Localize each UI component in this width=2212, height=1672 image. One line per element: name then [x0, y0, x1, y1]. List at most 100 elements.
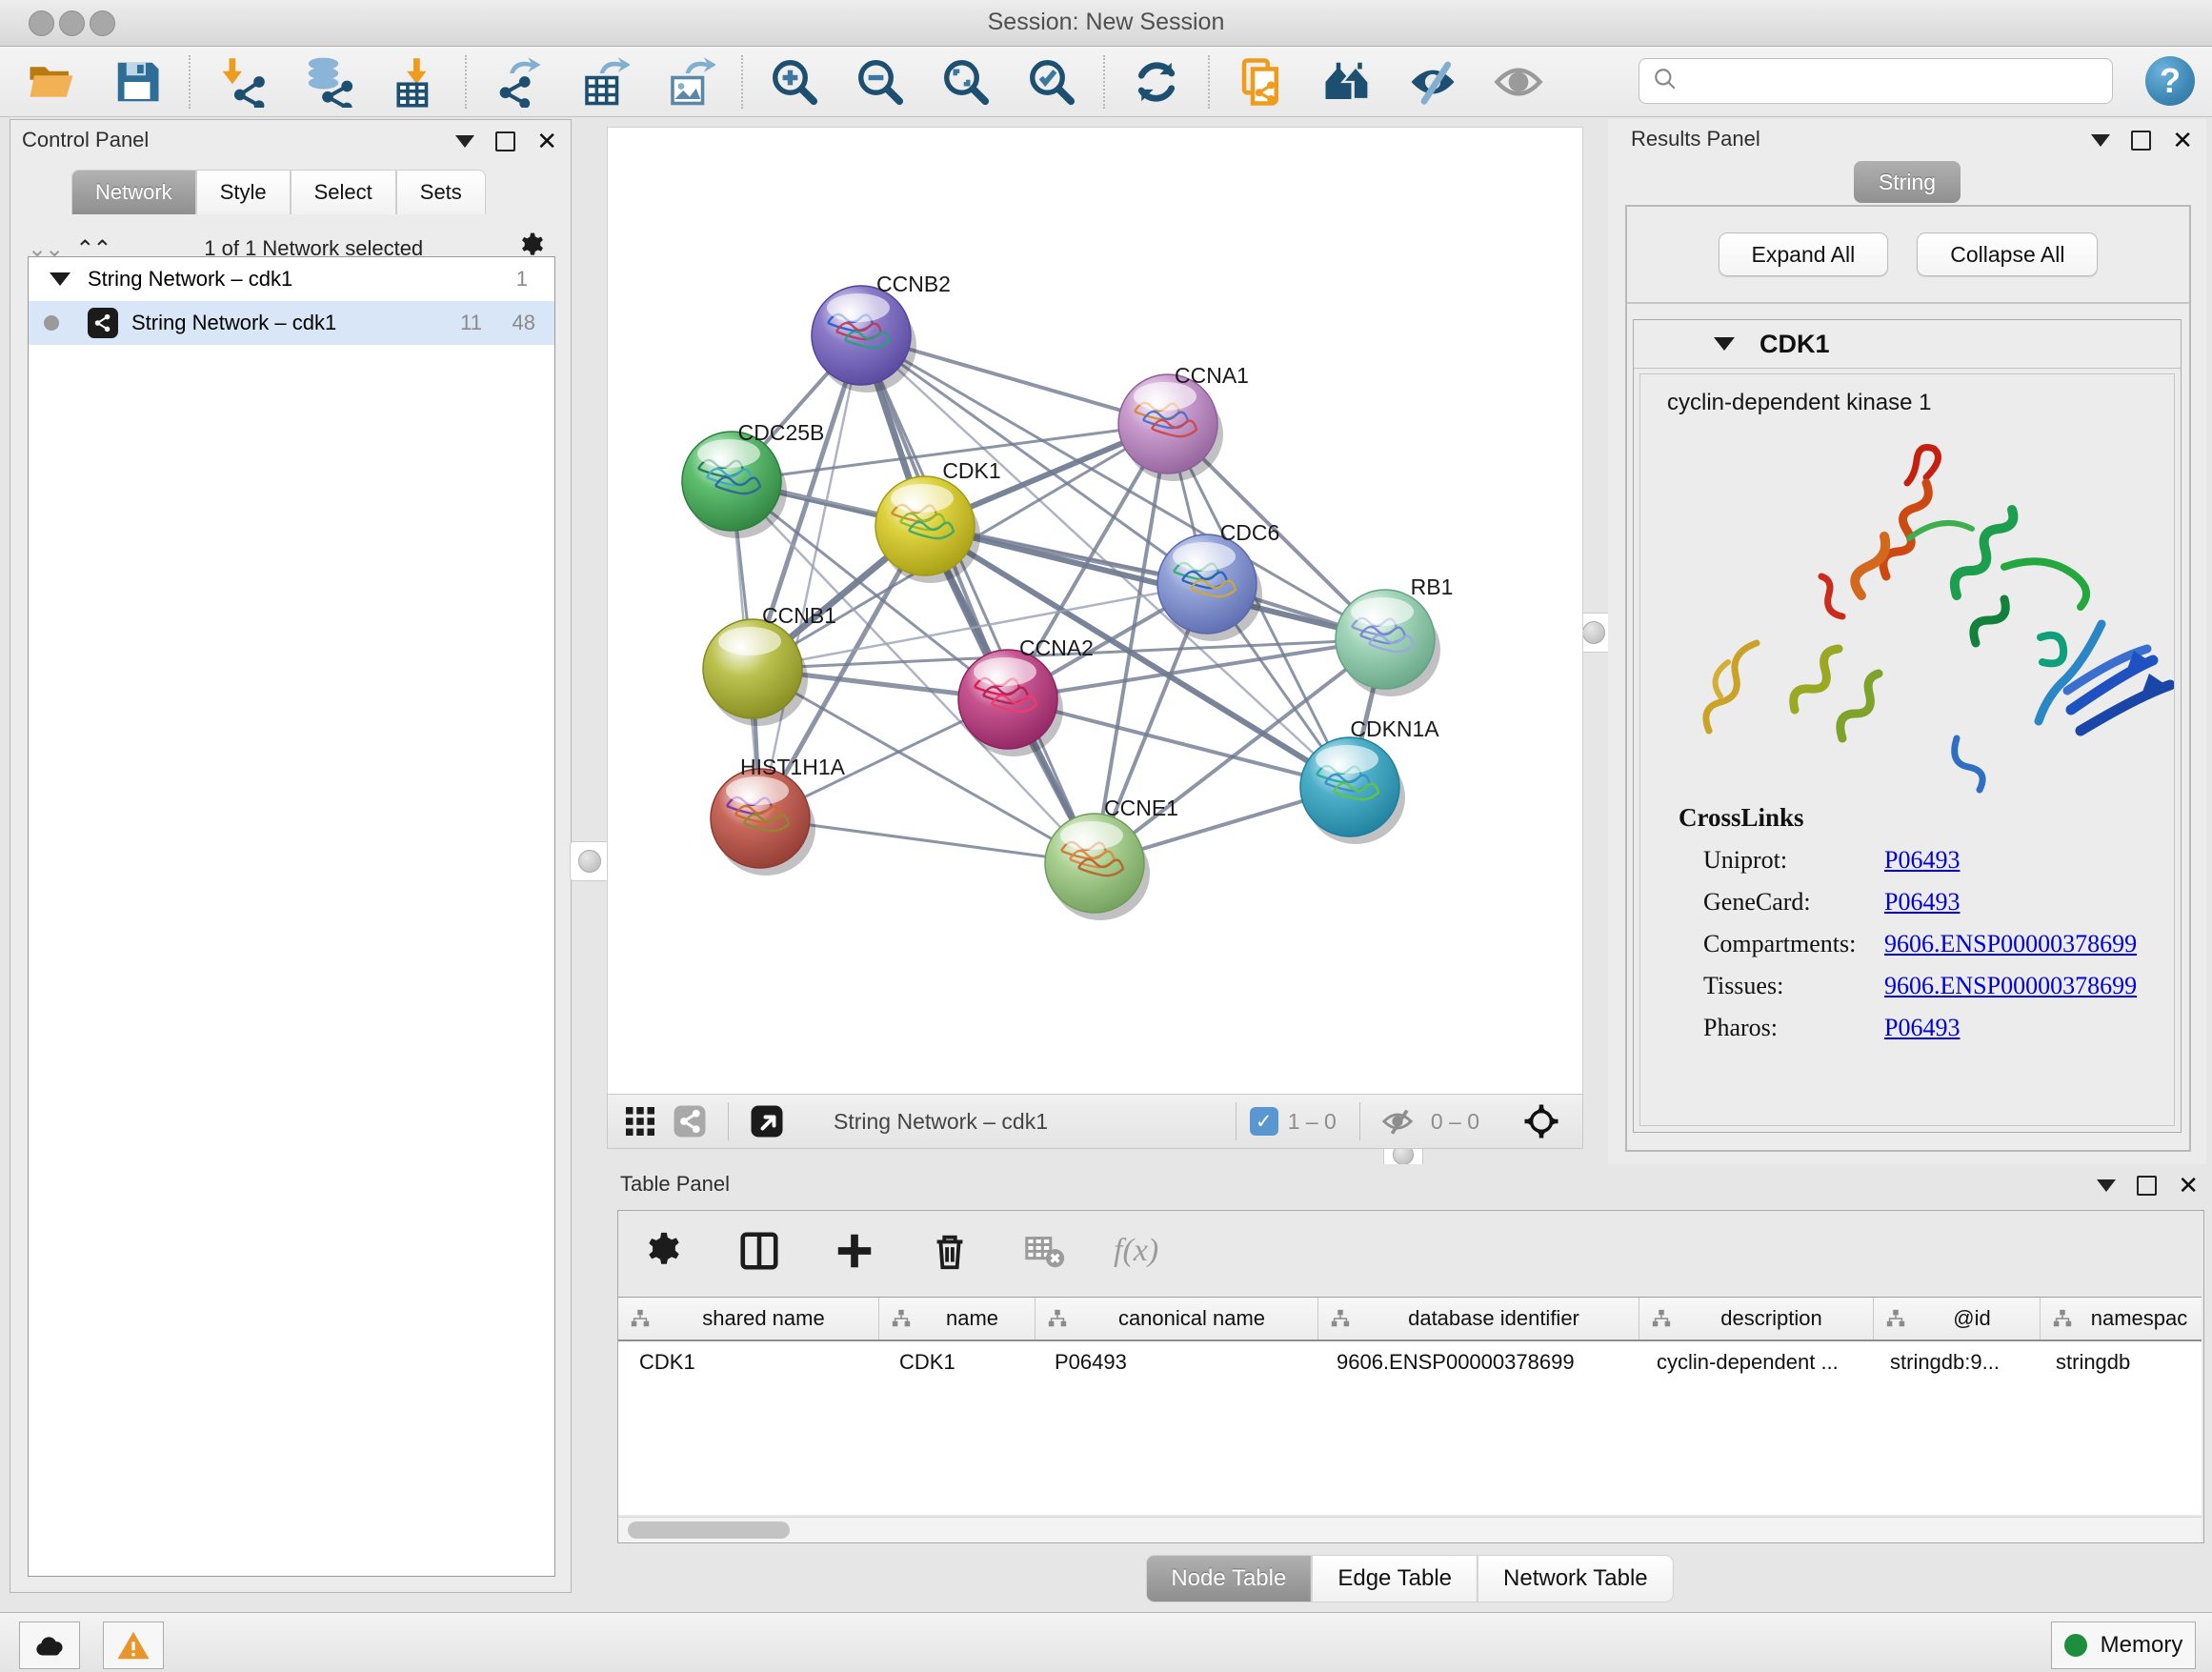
collection-expand-icon[interactable] [50, 272, 70, 286]
table-cell[interactable]: CDK1 [618, 1341, 878, 1383]
column-type-icon [1047, 1308, 1068, 1329]
panel-menu-icon[interactable] [2097, 1179, 2116, 1192]
zoom-in-icon[interactable] [768, 55, 821, 109]
memory-button[interactable]: Memory [2051, 1622, 2196, 1669]
collapse-all-button[interactable]: Collapse All [1917, 232, 2098, 276]
network-node[interactable] [875, 476, 980, 583]
cloud-button[interactable] [19, 1622, 80, 1669]
network-edge[interactable] [861, 335, 1095, 863]
export-network-icon[interactable] [492, 55, 545, 109]
add-column-icon[interactable] [828, 1224, 881, 1278]
export-image-icon[interactable] [663, 55, 716, 109]
table-cell[interactable]: 9606.ENSP00000378699 [1316, 1341, 1636, 1383]
panel-menu-icon[interactable] [455, 135, 474, 148]
panel-close-icon[interactable]: ✕ [2178, 1178, 2199, 1194]
show-columns-icon[interactable] [733, 1224, 786, 1278]
crosslink-link[interactable]: P06493 [1884, 1014, 1960, 1042]
panel-menu-icon[interactable] [2091, 134, 2110, 147]
import-network-database-icon[interactable] [301, 55, 354, 109]
network-row[interactable]: String Network – cdk1 11 48 [29, 301, 554, 345]
show-eye-icon[interactable] [1492, 55, 1545, 109]
window-title: Session: New Session [0, 9, 2212, 36]
zoom-out-icon[interactable] [854, 55, 907, 109]
copy-network-icon[interactable] [1235, 55, 1288, 109]
network-node[interactable] [1118, 374, 1223, 481]
network-canvas[interactable]: CCNB2CCNA1CDC25BCDK1CDC6RB1CCNB1CCNA2CDK… [607, 127, 1583, 1096]
network-node[interactable] [1300, 737, 1405, 844]
network-node[interactable] [1336, 590, 1440, 696]
zoom-selected-icon[interactable] [1025, 55, 1078, 109]
column-header-namespac[interactable]: namespac [2041, 1298, 2202, 1340]
network-node[interactable] [1045, 814, 1150, 920]
crosslink-link[interactable]: 9606.ENSP00000378699 [1884, 930, 2137, 958]
network-collection-row[interactable]: String Network – cdk1 1 [29, 257, 554, 301]
crosslink-link[interactable]: P06493 [1884, 846, 1960, 875]
import-table-file-icon[interactable] [387, 55, 440, 109]
hidden-eye-icon[interactable] [1374, 1105, 1421, 1138]
section-collapse-icon[interactable] [1714, 337, 1735, 351]
panel-float-icon[interactable] [2131, 131, 2151, 151]
column-header--id[interactable]: @id [1874, 1298, 2041, 1340]
tab-sets[interactable]: Sets [396, 170, 486, 214]
scrollbar-thumb[interactable] [628, 1521, 790, 1539]
string-network-icon [88, 308, 118, 338]
tab-select[interactable]: Select [291, 170, 396, 214]
tab-edge-table[interactable]: Edge Table [1312, 1555, 1478, 1602]
function-builder-icon[interactable]: f(x) [1114, 1233, 1158, 1269]
refresh-layout-icon[interactable] [1130, 55, 1183, 109]
tab-style[interactable]: Style [196, 170, 291, 214]
table-cell[interactable]: stringdb [2035, 1341, 2202, 1383]
network-edge[interactable] [925, 526, 1385, 639]
crosshair-icon[interactable] [1514, 1101, 1569, 1141]
column-header-canonical-name[interactable]: canonical name [1036, 1298, 1318, 1340]
network-share-icon[interactable] [665, 1104, 714, 1138]
delete-column-icon[interactable] [923, 1224, 976, 1278]
search-input[interactable] [1687, 61, 2112, 101]
node-table: shared namenamecanonical namedatabase id… [618, 1297, 2202, 1515]
network-node[interactable] [812, 286, 916, 393]
zoom-fit-content-icon[interactable] [939, 55, 993, 109]
crosslink-link[interactable]: 9606.ENSP00000378699 [1884, 972, 2137, 1000]
column-header-shared-name[interactable]: shared name [618, 1298, 879, 1340]
column-type-icon [2052, 1308, 2073, 1329]
import-network-file-icon[interactable] [215, 55, 269, 109]
open-session-icon[interactable] [25, 55, 78, 109]
tab-string[interactable]: String [1854, 161, 1961, 203]
column-header-name[interactable]: name [879, 1298, 1036, 1340]
delete-table-icon[interactable] [1018, 1224, 1072, 1278]
column-header-database-identifier[interactable]: database identifier [1318, 1298, 1639, 1340]
table-horizontal-scrollbar[interactable] [618, 1517, 2202, 1542]
export-table-icon[interactable] [577, 55, 631, 109]
open-in-window-icon[interactable] [742, 1104, 792, 1138]
panel-float-icon[interactable] [2137, 1176, 2157, 1196]
table-cell[interactable]: cyclin-dependent ... [1636, 1341, 1869, 1383]
save-session-icon[interactable] [111, 55, 164, 109]
table-options-gear-icon[interactable] [637, 1224, 691, 1278]
help-button[interactable]: ? [2145, 56, 2195, 106]
network-node[interactable] [711, 769, 815, 876]
crosslink-link[interactable]: P06493 [1884, 888, 1960, 917]
network-node[interactable] [958, 650, 1063, 756]
expand-all-button[interactable]: Expand All [1719, 232, 1889, 276]
warnings-button[interactable] [103, 1622, 164, 1669]
crosslink-label: Compartments: [1703, 930, 1884, 958]
panel-close-icon[interactable]: ✕ [2172, 132, 2193, 149]
gene-section-header[interactable]: CDK1 [1634, 320, 2181, 369]
table-cell[interactable]: CDK1 [878, 1341, 1034, 1383]
table-row[interactable]: CDK1CDK1P064939606.ENSP00000378699cyclin… [618, 1341, 2202, 1383]
selected-checkbox-icon[interactable]: ✓ [1250, 1107, 1278, 1136]
column-header-description[interactable]: description [1639, 1298, 1874, 1340]
panel-float-icon[interactable] [495, 131, 515, 151]
home-layout-icon[interactable] [1320, 55, 1374, 109]
hide-selected-eye-icon[interactable] [1406, 55, 1459, 109]
left-splitter-handle[interactable] [570, 841, 610, 881]
table-cell[interactable]: P06493 [1034, 1341, 1316, 1383]
network-node[interactable] [682, 432, 787, 538]
tab-network[interactable]: Network [71, 170, 196, 214]
tab-network-table[interactable]: Network Table [1478, 1555, 1674, 1602]
panel-close-icon[interactable]: ✕ [536, 133, 557, 150]
tab-node-table[interactable]: Node Table [1145, 1555, 1312, 1602]
birds-eye-grid-icon[interactable] [615, 1104, 665, 1138]
network-edge[interactable] [760, 335, 861, 818]
table-cell[interactable]: stringdb:9... [1869, 1341, 2035, 1383]
